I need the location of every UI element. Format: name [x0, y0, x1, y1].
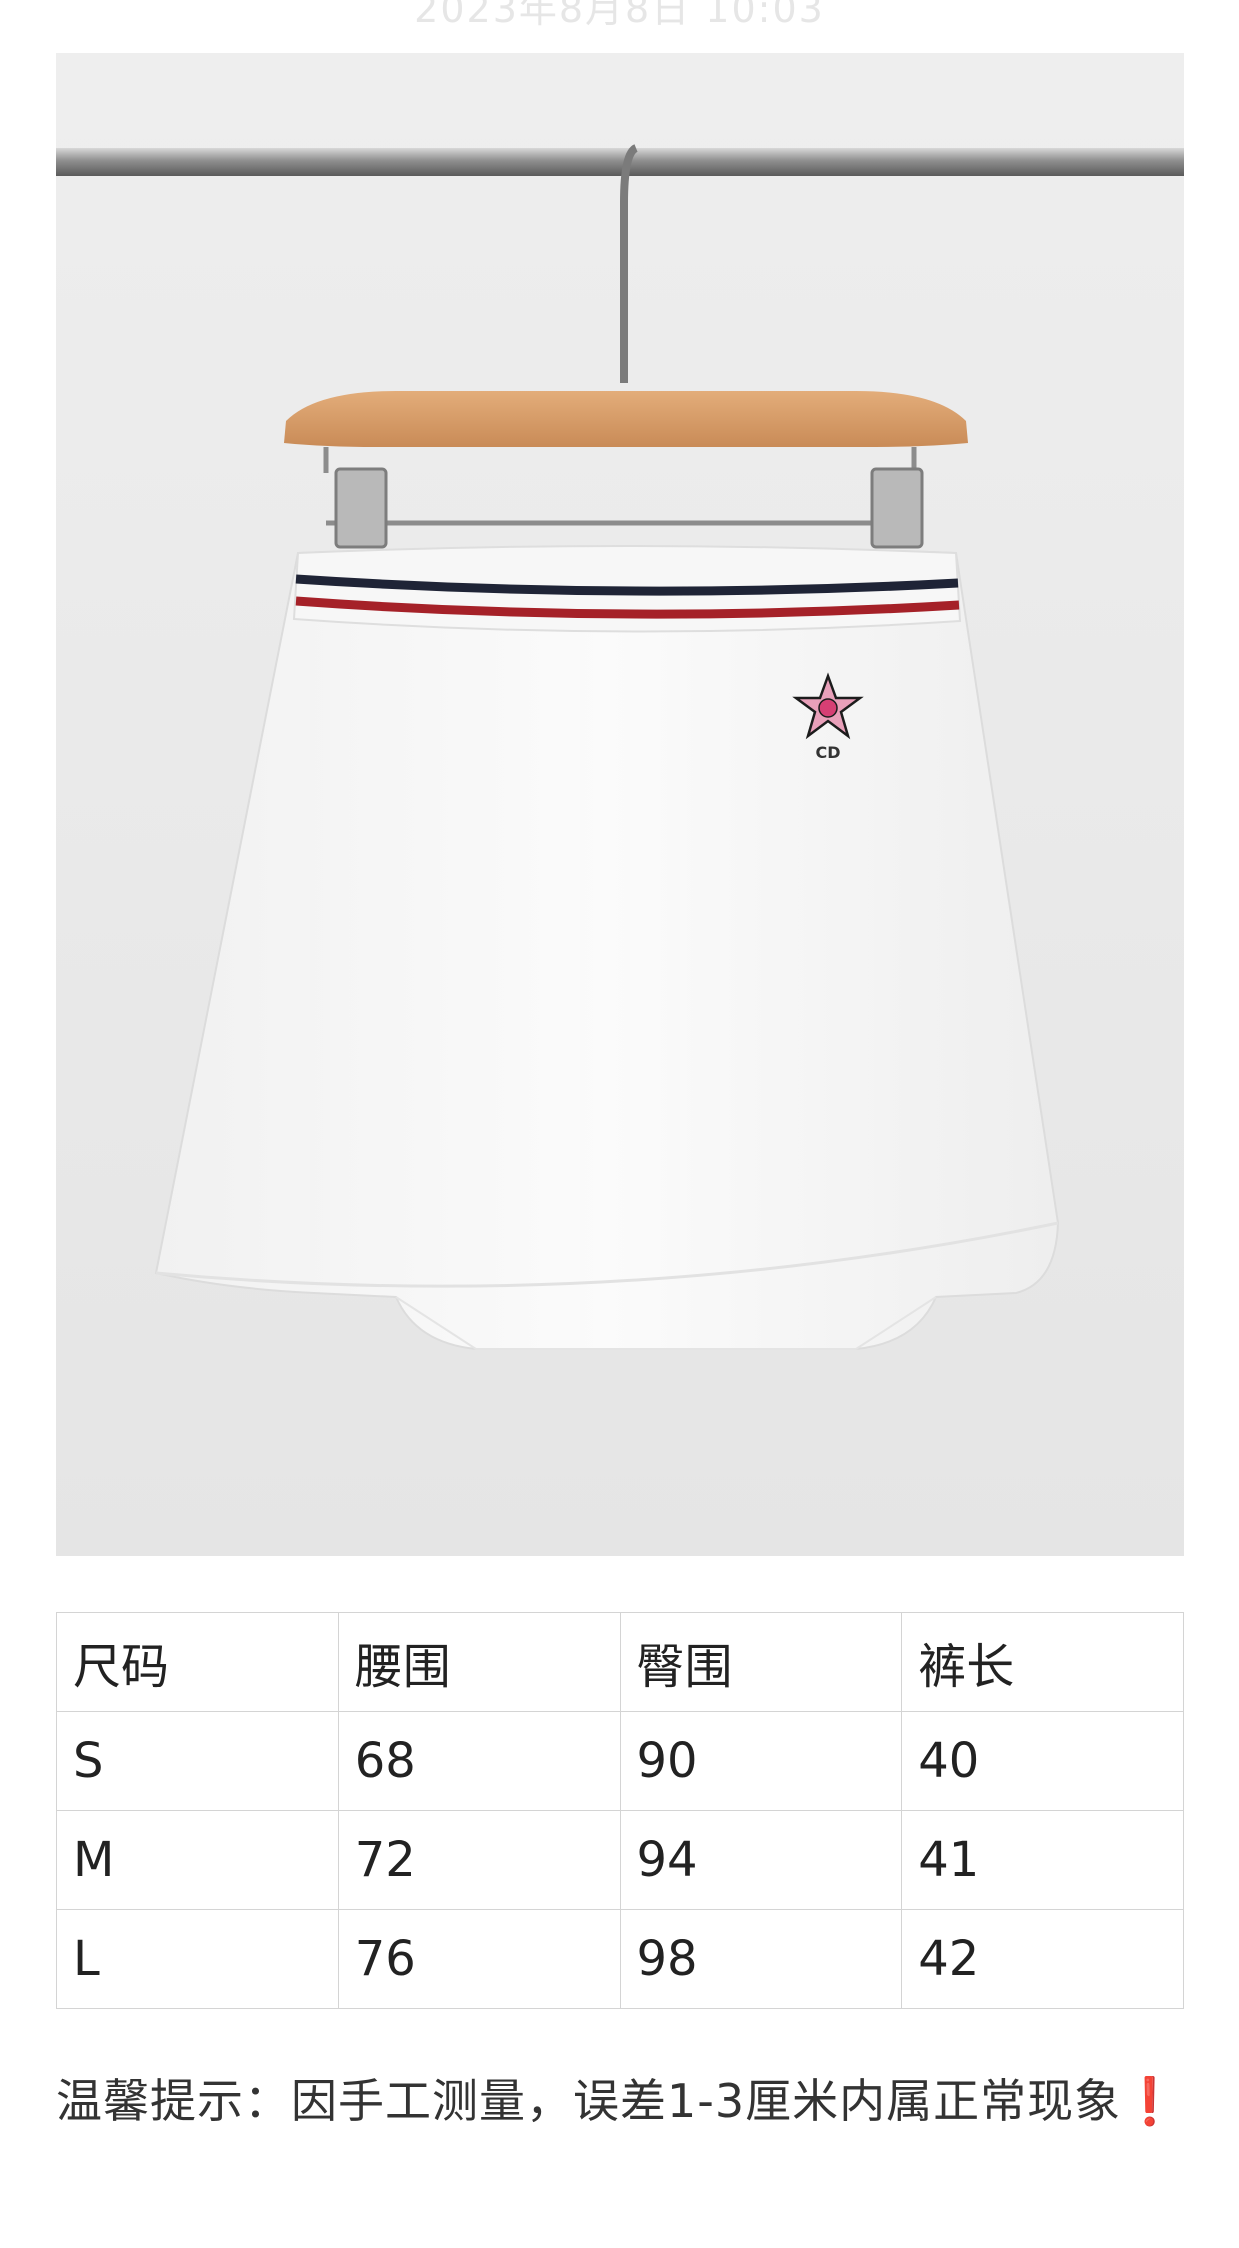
table-cell: 68: [337, 1711, 621, 1811]
table-cell: 98: [619, 1909, 903, 2009]
table-row: S 68 90 40: [56, 1711, 1184, 1811]
table-cell: 42: [901, 1909, 1184, 2009]
skort-body: [154, 546, 1060, 1350]
clothes-rail: [56, 148, 1184, 176]
table-row: L 76 98 42: [56, 1909, 1184, 2009]
header-size: 尺码: [56, 1612, 339, 1712]
timestamp: 2023年8月8日 10:03: [414, 0, 825, 31]
header-hip: 臀围: [619, 1612, 903, 1712]
table-row: M 72 94 41: [56, 1810, 1184, 1910]
table-cell: S: [56, 1711, 339, 1811]
table-cell: M: [56, 1810, 339, 1910]
table-cell: 76: [337, 1909, 621, 2009]
size-table-header-row: 尺码 腰围 臀围 裤长: [56, 1612, 1184, 1712]
table-cell: 41: [901, 1810, 1184, 1910]
tip-text: 温馨提示：因手工测量，误差1-3厘米内属正常现象: [56, 2074, 1122, 2128]
wooden-hanger: [284, 391, 968, 447]
size-table: 尺码 腰围 臀围 裤长 S 68 90 40 M 72 94 41 L 76 9…: [56, 1612, 1184, 2009]
table-cell: 94: [619, 1810, 903, 1910]
measurement-tip: 温馨提示：因手工测量，误差1-3厘米内属正常现象❗: [56, 2052, 1184, 2150]
table-cell: 90: [619, 1711, 903, 1811]
hanger-clip-left: [334, 467, 388, 549]
table-cell: 40: [901, 1711, 1184, 1811]
header-length: 裤长: [901, 1612, 1184, 1712]
hanger-clip-right: [870, 467, 924, 549]
exclamation-icon: ❗: [1121, 2074, 1180, 2128]
header-waist: 腰围: [337, 1612, 621, 1712]
table-cell: 72: [337, 1810, 621, 1910]
table-cell: L: [56, 1909, 339, 2009]
embroidery-text: CD: [815, 743, 840, 762]
product-photo: CD: [56, 53, 1184, 1556]
